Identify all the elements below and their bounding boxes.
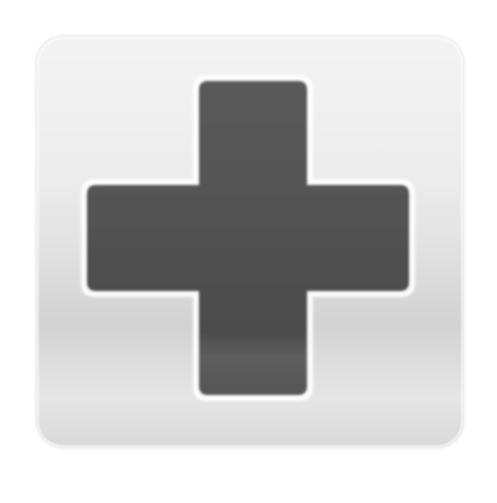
add-button[interactable] (37, 37, 463, 447)
canvas (0, 0, 497, 503)
plus-icon (81, 75, 415, 401)
